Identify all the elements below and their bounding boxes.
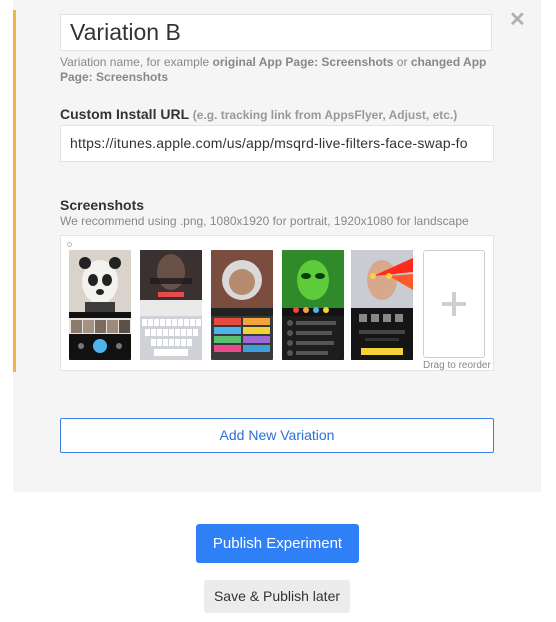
screenshot-3[interactable] — [211, 250, 273, 360]
variation-name-input[interactable]: Variation B — [60, 14, 492, 51]
variation-accent-bar — [13, 10, 16, 372]
screenshots-label: Screenshots — [60, 197, 145, 213]
publish-experiment-button[interactable]: Publish Experiment — [196, 524, 359, 563]
drag-to-reorder-hint: Drag to reorder — [423, 360, 491, 371]
variation-name-help: Variation name, for example original App… — [60, 55, 490, 85]
help-prefix: Variation name, for example — [60, 55, 213, 69]
install-url-label: Custom Install URL (e.g. tracking link f… — [60, 106, 457, 122]
astronaut-mask-image — [211, 250, 273, 352]
close-icon[interactable]: ✕ — [509, 10, 526, 30]
screenshots-box: Drag to reorder — [60, 235, 494, 371]
screenshot-4[interactable] — [282, 250, 344, 360]
screenshots-subtitle: We recommend using .png, 1080x1920 for p… — [60, 214, 469, 228]
help-example-original: original App Page: Screenshots — [212, 55, 394, 69]
keyboard-share-image — [140, 250, 202, 360]
install-url-input[interactable]: https://itunes.apple.com/us/app/msqrd-li… — [60, 125, 494, 162]
plus-icon-vertical — [452, 292, 456, 316]
install-url-hint: (e.g. tracking link from AppsFlyer, Adju… — [192, 108, 458, 122]
box-handle-icon — [67, 242, 72, 247]
install-url-title: Custom Install URL — [60, 106, 189, 122]
green-alien-image — [282, 250, 344, 360]
help-or: or — [393, 55, 411, 69]
screenshot-1[interactable] — [69, 250, 131, 360]
screenshot-2[interactable] — [140, 250, 202, 360]
add-screenshot-button[interactable] — [423, 250, 485, 358]
add-new-variation-button[interactable]: Add New Variation — [60, 418, 494, 453]
save-publish-later-button[interactable]: Save & Publish later — [204, 580, 350, 613]
screenshot-5[interactable] — [351, 250, 413, 360]
panda-selfie-image — [69, 250, 131, 360]
laser-eyes-image — [351, 250, 413, 360]
